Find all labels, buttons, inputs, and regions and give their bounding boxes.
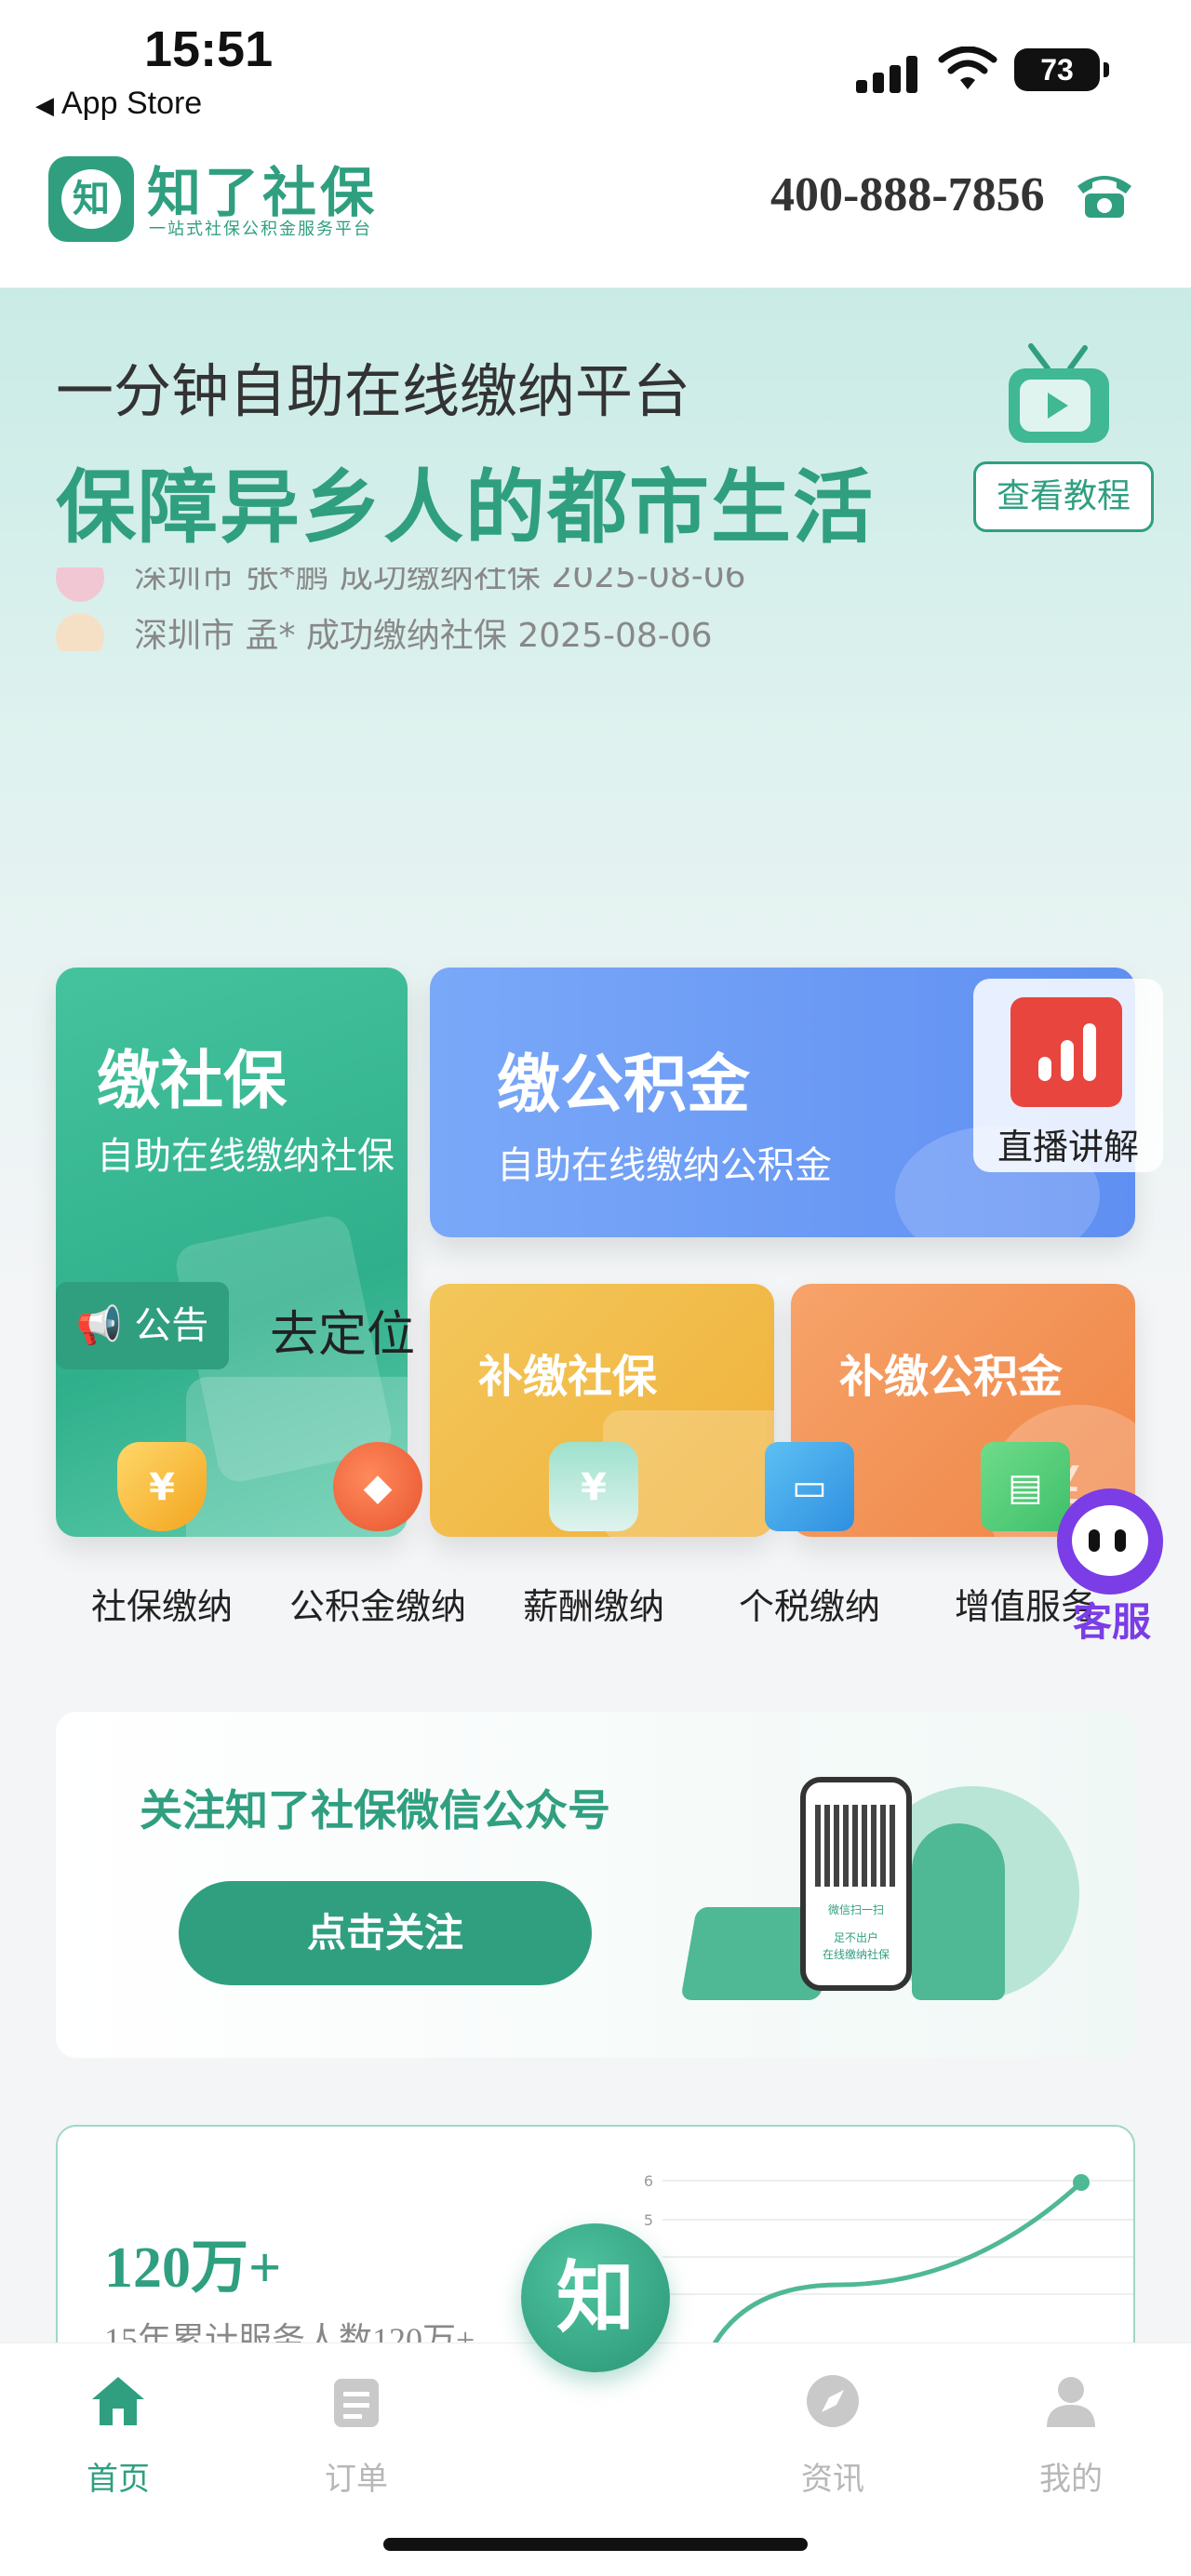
home-indicator xyxy=(383,2538,808,2551)
brand-logo: 知 xyxy=(48,156,134,242)
view-tutorial-button[interactable]: 查看教程 xyxy=(973,461,1154,532)
entry-salary[interactable]: ¥ 薪酬缴纳 xyxy=(491,1442,696,1629)
entry-label: 社保缴纳 xyxy=(90,1586,233,1627)
announcement-text[interactable]: 去定位 xyxy=(270,1295,415,1365)
brand-tagline: 一站式社保公积金服务平台 xyxy=(149,220,372,239)
entry-label: 薪酬缴纳 xyxy=(522,1586,664,1627)
tab-orders[interactable]: 订单 xyxy=(287,2371,426,2499)
phone-text: 足不出户 xyxy=(833,1931,878,1944)
ticker-text: 深圳市 孟* 成功缴纳社保 2025-08-06 xyxy=(134,617,713,651)
phone-icon[interactable] xyxy=(1072,166,1137,221)
hero-slogan: 保障异乡人的都市生活 xyxy=(56,461,875,554)
cellular-signal-icon xyxy=(856,54,921,93)
back-triangle-icon: ◀ xyxy=(35,91,54,119)
ticker-text: 深圳市 张*鹏 成功缴纳社保 2025-08-06 xyxy=(134,567,746,595)
stat-number: 120万+ xyxy=(104,2236,282,2300)
tab-profile[interactable]: 我的 xyxy=(1001,2371,1141,2499)
avatar xyxy=(56,613,104,651)
status-time: 15:51 xyxy=(144,21,274,77)
compass-icon xyxy=(807,2375,859,2427)
follow-button[interactable]: 点击关注 xyxy=(179,1881,592,1985)
announcement-tag-label: 公告 xyxy=(134,1304,209,1347)
tab-label: 我的 xyxy=(1039,2461,1103,2498)
phone-text: 在线缴纳社保 xyxy=(822,1948,890,1961)
tab-news[interactable]: 资讯 xyxy=(763,2371,903,2499)
tab-label: 首页 xyxy=(87,2461,150,2498)
card-subtitle: 自助在线缴纳公积金 xyxy=(497,1144,832,1187)
wechat-follow-banner: 关注知了社保微信公众号 点击关注 微信扫一扫 足不出户 在线缴纳社保 xyxy=(56,1712,1135,2058)
card-title: 补缴社保 xyxy=(478,1351,658,1403)
hero-section: 一分钟自助在线缴纳平台 保障异乡人的都市生活 查看教程 深圳市 张*鹏 成功缴纳… xyxy=(0,288,1191,1537)
card-subtitle: 自助在线缴纳社保 xyxy=(97,1135,395,1178)
tv-play-icon xyxy=(1009,343,1109,443)
avatar xyxy=(56,567,104,602)
shield-yen-icon: ¥ xyxy=(117,1442,207,1531)
home-icon xyxy=(92,2377,144,2425)
chatbot-eye xyxy=(1115,1529,1126,1552)
hero-title: 一分钟自助在线缴纳平台 xyxy=(56,357,691,425)
order-list-icon xyxy=(334,2379,379,2427)
entry-housing-fund[interactable]: ◆ 公积金缴纳 xyxy=(275,1442,480,1629)
app-header: 知 知了社保 一站式社保公积金服务平台 400-888-7856 xyxy=(0,140,1191,288)
logo-char: 知 xyxy=(61,169,121,229)
phone-illustration: 微信扫一扫 足不出户 在线缴纳社保 xyxy=(800,1777,912,1991)
qr-code xyxy=(815,1805,897,1887)
card-title: 缴公积金 xyxy=(497,1048,751,1122)
wifi-icon xyxy=(938,47,997,89)
card-title: 缴社保 xyxy=(97,1045,288,1118)
phone-text: 微信扫一扫 xyxy=(827,1903,884,1916)
entry-label: 个税缴纳 xyxy=(738,1586,880,1627)
back-to-app-store[interactable]: ◀ App Store xyxy=(35,86,202,122)
live-stream-icon xyxy=(1010,997,1122,1107)
wechat-illustration: 微信扫一扫 足不出户 在线缴纳社保 xyxy=(680,1749,1098,2037)
hotline-number[interactable]: 400-888-7856 xyxy=(770,167,1045,222)
announcement-tag[interactable]: 📢 公告 xyxy=(56,1282,229,1369)
entry-social-insurance[interactable]: ¥ 社保缴纳 xyxy=(60,1442,264,1629)
chatbot-eye xyxy=(1089,1529,1100,1552)
center-logo-button[interactable]: 知 xyxy=(521,2223,670,2372)
customer-service-label: 客服 xyxy=(1072,1599,1151,1645)
card-title: 补缴公积金 xyxy=(839,1351,1064,1403)
chatbot-icon xyxy=(1057,1488,1163,1595)
salary-icon: ¥ xyxy=(549,1442,638,1531)
live-label: 直播讲解 xyxy=(997,1127,1139,1168)
entry-income-tax[interactable]: ▭ 个税缴纳 xyxy=(707,1442,912,1629)
status-bar: 15:51 ◀ App Store 73 xyxy=(0,0,1191,140)
ticker-item: 深圳市 张*鹏 成功缴纳社保 2025-08-06 xyxy=(56,567,746,602)
person-illustration xyxy=(912,1823,1005,2000)
coin-icon: ◆ xyxy=(333,1442,422,1531)
megaphone-icon: 📢 xyxy=(75,1304,123,1347)
quick-entry-grid: ¥ 社保缴纳 ◆ 公积金缴纳 ¥ 薪酬缴纳 ▭ 个税缴纳 ▤ 增值服务 xyxy=(0,1442,1191,1647)
tab-home[interactable]: 首页 xyxy=(48,2371,188,2499)
chart-tick: 5 xyxy=(644,2211,653,2229)
tab-label: 资讯 xyxy=(801,2461,864,2498)
tab-label: 订单 xyxy=(325,2461,388,2498)
back-app-label: App Store xyxy=(61,86,203,121)
ticker-item: 深圳市 孟* 成功缴纳社保 2025-08-06 xyxy=(56,608,713,651)
battery-indicator: 73 xyxy=(1014,48,1109,91)
success-ticker: 深圳市 张*鹏 成功缴纳社保 2025-08-06 深圳市 孟* 成功缴纳社保 … xyxy=(56,567,893,651)
customer-service-button[interactable]: 客服 xyxy=(1051,1488,1172,1656)
live-explanation-button[interactable]: 直播讲解 xyxy=(973,979,1163,1172)
user-icon xyxy=(1047,2377,1095,2427)
entry-label: 公积金缴纳 xyxy=(288,1586,466,1627)
card-icon: ▭ xyxy=(765,1442,854,1531)
chart-tick: 6 xyxy=(644,2172,653,2190)
wechat-banner-title: 关注知了社保微信公众号 xyxy=(140,1785,610,1835)
